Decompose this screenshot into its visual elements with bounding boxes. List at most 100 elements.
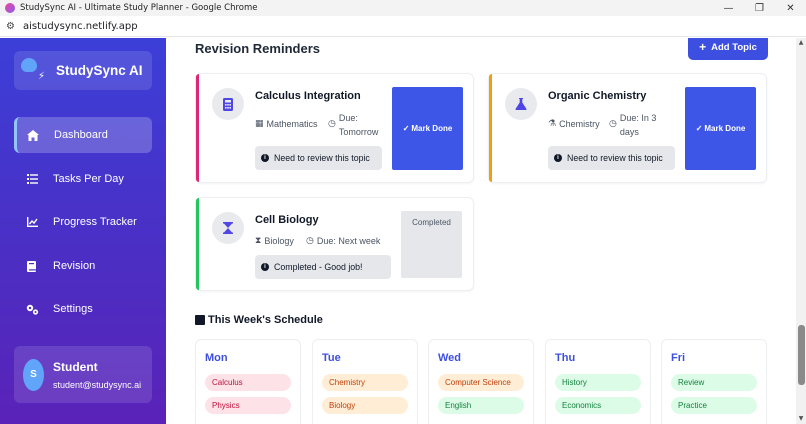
sidebar-item-revision[interactable]: Revision	[14, 248, 152, 284]
day-card-wed: Wed Computer Science English	[428, 339, 534, 424]
book-icon	[21, 260, 43, 272]
sidebar-item-label: Revision	[53, 260, 96, 272]
user-name: Student	[53, 359, 98, 374]
subject-chip: History	[555, 374, 641, 391]
mark-done-button[interactable]: ✓ Mark Done	[392, 87, 463, 170]
completed-status: Completed	[401, 211, 462, 278]
site-settings-icon[interactable]: ⚙	[6, 21, 15, 32]
due-line-2: days	[619, 127, 639, 137]
add-topic-button[interactable]: + Add Topic	[688, 38, 768, 60]
day-name: Tue	[322, 352, 341, 364]
sidebar-item-tasks-per-day[interactable]: Tasks Per Day	[14, 161, 152, 197]
hourglass-small-icon: ⧗	[255, 236, 262, 246]
due-text: Due: Tomorrow	[339, 111, 379, 139]
subject-text: Biology	[264, 236, 294, 246]
card-subject: ▦ Mathematics	[255, 119, 318, 129]
subject-chip: Chemistry	[322, 374, 408, 391]
day-name: Thu	[555, 352, 576, 364]
brain-icon: ⚡	[19, 51, 49, 90]
mark-done-label: Mark Done	[411, 124, 453, 133]
day-name: Fri	[671, 352, 686, 364]
completed-label: Completed	[412, 218, 451, 227]
address-bar[interactable]: ⚙ aistudysync.netlify.app	[0, 16, 806, 37]
maximize-button[interactable]: ❐	[744, 0, 775, 16]
card-due: ◷ Due: Next week	[306, 236, 380, 246]
window-controls: — ❐ ✕	[713, 0, 806, 16]
calendar-icon	[195, 315, 205, 325]
card-subject: ⚗ Chemistry	[548, 119, 600, 129]
sidebar-item-settings[interactable]: Settings	[14, 291, 152, 327]
check-icon: ✓	[402, 124, 410, 133]
logo-text: StudySync AI	[56, 63, 143, 78]
url-text[interactable]: aistudysync.netlify.app	[23, 21, 138, 32]
subject-chip: Practice	[671, 397, 757, 414]
day-card-tue: Tue Chemistry Biology	[312, 339, 418, 424]
sidebar-item-label: Settings	[53, 303, 93, 315]
day-name: Wed	[438, 352, 462, 364]
app-favicon-icon	[5, 3, 15, 13]
card-due: ◷ Due: Tomorrow	[328, 111, 378, 139]
info-icon: i	[261, 263, 269, 271]
due-line-2: Tomorrow	[338, 127, 379, 137]
flask-icon	[505, 88, 537, 120]
sidebar-item-label: Progress Tracker	[53, 216, 137, 228]
card-subject: ⧗ Biology	[255, 236, 294, 246]
info-icon: i	[261, 154, 269, 162]
close-button[interactable]: ✕	[775, 0, 806, 16]
main-content: Revision Reminders + Add Topic Calculus …	[166, 38, 796, 424]
card-note: i Need to review this topic	[548, 146, 675, 170]
subject-chip: Physics	[205, 397, 291, 414]
clock-icon: ◷	[328, 119, 336, 129]
card-accent-stripe	[196, 74, 199, 182]
window-title: StudySync AI - Ultimate Study Planner - …	[20, 3, 258, 13]
gears-icon	[21, 304, 43, 315]
home-icon	[22, 129, 44, 141]
add-topic-label: Add Topic	[711, 41, 757, 53]
revision-card-calculus: Calculus Integration ▦ Mathematics ◷ Due…	[195, 73, 474, 183]
bolt-icon: ⚡	[38, 71, 46, 82]
day-card-fri: Fri Review Practice	[661, 339, 767, 424]
mark-done-button[interactable]: ✓ Mark Done	[685, 87, 756, 170]
sidebar: ⚡ StudySync AI Dashboard Tasks Per Day P…	[0, 38, 166, 424]
user-email: student@studysync.ai	[53, 379, 142, 390]
clock-icon: ◷	[306, 236, 314, 246]
revision-card-organic-chemistry: Organic Chemistry ⚗ Chemistry ◷ Due: In …	[488, 73, 767, 183]
due-text: Due: In 3 days	[620, 111, 657, 139]
schedule-title: This Week's Schedule	[195, 314, 323, 326]
check-icon: ✓	[695, 124, 703, 133]
sidebar-item-progress-tracker[interactable]: Progress Tracker	[14, 204, 152, 240]
card-note: i Completed - Good job!	[255, 255, 391, 279]
minimize-button[interactable]: —	[713, 0, 744, 16]
subject-chip: Computer Science	[438, 374, 524, 391]
subject-chip: Economics	[555, 397, 641, 414]
due-text: Due: Next week	[316, 236, 381, 246]
note-text: Completed - Good job!	[274, 262, 363, 272]
plus-icon: +	[699, 40, 707, 54]
due-line-1: Due: In 3	[619, 113, 657, 123]
mark-done-label: Mark Done	[704, 124, 746, 133]
card-title: Calculus Integration	[255, 90, 361, 102]
subject-text: Chemistry	[559, 119, 600, 129]
subject-chip: Review	[671, 374, 757, 391]
user-profile[interactable]: S Student student@studysync.ai	[14, 346, 152, 403]
scrollbar-thumb[interactable]	[798, 325, 805, 385]
logo[interactable]: ⚡ StudySync AI	[14, 51, 152, 90]
section-title-revision-reminders: Revision Reminders	[195, 41, 320, 56]
card-accent-stripe	[489, 74, 492, 182]
sidebar-item-label: Tasks Per Day	[53, 173, 124, 185]
clock-icon: ◷	[609, 119, 617, 129]
scroll-down-icon[interactable]: ▼	[797, 414, 805, 422]
note-text: Need to review this topic	[274, 153, 370, 163]
scroll-up-icon[interactable]: ▲	[797, 38, 805, 46]
sidebar-item-dashboard[interactable]: Dashboard	[14, 117, 152, 153]
subject-chip: Calculus	[205, 374, 291, 391]
day-name: Mon	[205, 352, 228, 364]
card-note: i Need to review this topic	[255, 146, 382, 170]
due-line-1: Due:	[338, 113, 358, 123]
flask-small-icon: ⚗	[548, 119, 557, 129]
hourglass-icon	[212, 212, 244, 244]
calculator-icon	[212, 88, 244, 120]
info-icon: i	[554, 154, 562, 162]
schedule-title-text: This Week's Schedule	[208, 314, 323, 326]
card-title: Cell Biology	[255, 214, 319, 226]
